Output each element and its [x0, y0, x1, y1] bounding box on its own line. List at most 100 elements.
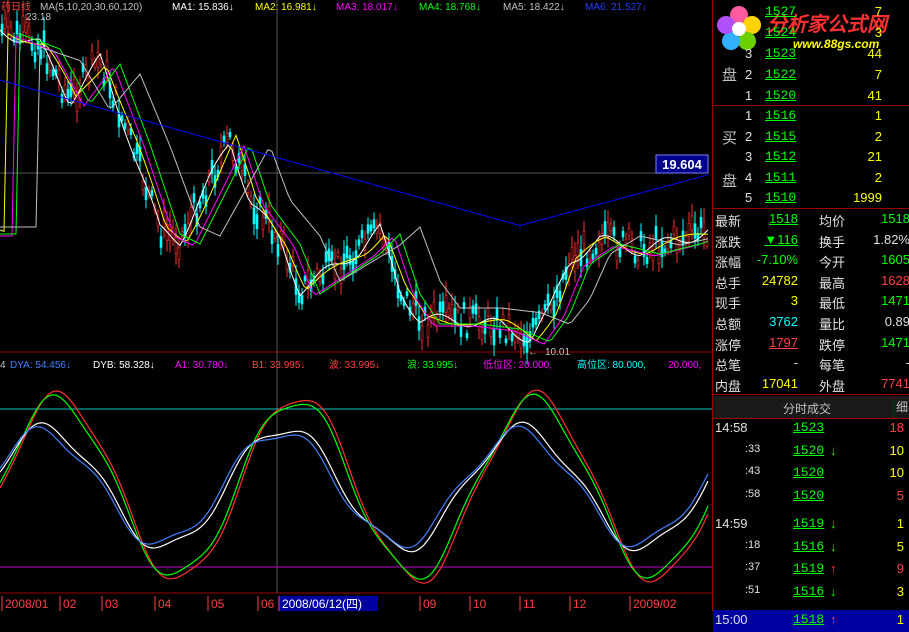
stat-label: 总笔	[715, 358, 742, 374]
dya-value: DYA: 54.456↓	[10, 360, 71, 371]
stat-value: 7741	[881, 375, 909, 391]
candle-body	[3, 18, 7, 29]
stat-value: 17041	[761, 375, 798, 391]
tick-time: 15:00	[715, 612, 748, 627]
candle-body	[372, 219, 376, 229]
sell-label: 盘	[722, 67, 738, 84]
ma6-line	[0, 79, 709, 227]
buy-row: 5 1510 1999	[713, 188, 909, 208]
candle-body	[657, 250, 661, 264]
ma6-value: MA6: 21.527↓	[585, 2, 647, 13]
stat-value: 1471	[881, 334, 909, 350]
tick-row: :33 1520 ↓ 10	[713, 441, 909, 461]
tick-row: :51 1516 ↓ 3	[713, 582, 909, 602]
tick-arrow: ↓	[830, 442, 837, 458]
candle-body	[636, 260, 640, 267]
tick-time: :43	[745, 465, 761, 477]
candle-body	[15, 20, 19, 35]
stat-row: 总笔 - 每笔 -	[713, 353, 909, 373]
candle-body	[222, 135, 226, 143]
candle-body	[594, 247, 598, 255]
stat-value: 1471	[881, 293, 909, 309]
tab-detail[interactable]: 细	[893, 396, 909, 418]
stat-value: 1.82%	[873, 231, 909, 247]
candle-body	[405, 291, 409, 297]
candle-body	[228, 132, 232, 138]
indicator-line-3	[0, 421, 709, 553]
candle-body	[627, 228, 631, 236]
stat-value: -	[906, 355, 909, 370]
buy-row: 4 1511 2	[713, 168, 909, 188]
stat-label: 最新	[715, 214, 742, 229]
candle-body	[123, 123, 127, 129]
buy-volume: 1	[874, 108, 882, 123]
candle-body	[141, 181, 145, 191]
tick-volume: 5	[896, 487, 904, 503]
tick-time: :58	[745, 487, 761, 500]
candle-body	[501, 313, 505, 323]
buy-row: 2 1515 2	[713, 127, 909, 147]
candle-body	[444, 295, 448, 313]
candle-body	[630, 238, 634, 248]
candle-body	[360, 230, 364, 239]
sell-volume: 44	[867, 46, 882, 61]
candle-body	[144, 187, 148, 201]
sell-volume: 7	[874, 67, 882, 82]
candle-body	[0, 23, 4, 36]
candle-body	[303, 275, 307, 282]
candle-body	[588, 250, 592, 259]
tick-row: 14:59 1519 ↓ 1	[713, 514, 909, 534]
stat-label: 量比	[819, 317, 846, 332]
stat-row: 总额 3762 量比 0.89	[713, 312, 909, 332]
candle-body	[609, 223, 613, 232]
tick-row: :58 1520 5	[713, 486, 909, 506]
candle-body	[135, 143, 139, 154]
candle-body	[366, 224, 370, 234]
stat-label: 涨停	[715, 337, 742, 353]
candle-body	[270, 230, 274, 244]
stat-label: 现手	[715, 296, 742, 312]
candle-body	[534, 317, 538, 325]
bo-value: 波: 33.995↓	[329, 358, 380, 371]
candle-body	[33, 51, 37, 63]
tick-volume: 1	[896, 516, 904, 531]
tick-price: 1520	[793, 442, 825, 458]
candle-body	[177, 246, 181, 260]
buy-price: 1516	[765, 108, 797, 123]
tick-time: 14:58	[715, 420, 748, 435]
date-label: 11	[523, 597, 536, 611]
candle-body	[9, 26, 13, 36]
indicator-line-2	[0, 393, 709, 580]
candle-body	[357, 239, 361, 246]
sell-volume: 7	[874, 4, 882, 19]
tick-time: :51	[745, 583, 761, 596]
candle-body	[618, 247, 622, 257]
buy-row: 3 1512 21	[713, 147, 909, 167]
candle-body	[330, 251, 334, 261]
stat-label: 今开	[819, 255, 846, 271]
candle-body	[60, 93, 64, 103]
sell-level: 3	[745, 46, 753, 61]
candle-body	[465, 333, 469, 339]
stat-label: 最高	[819, 275, 846, 291]
stat-value: -7.10%	[756, 252, 798, 268]
sell-level: 2	[745, 67, 753, 82]
candle-body	[612, 227, 616, 236]
candle-body	[441, 301, 445, 313]
stat-value: 1518	[881, 211, 909, 226]
indicator-prefix: 4	[0, 360, 6, 371]
date-label: 2008/01	[5, 597, 49, 611]
candle-body	[690, 215, 694, 231]
tick-volume: 10	[889, 442, 904, 458]
date-label: 04	[158, 597, 172, 611]
tick-arrow: ↓	[830, 516, 837, 531]
stat-value: 1605	[881, 252, 909, 268]
low-mark: 10.01	[545, 347, 570, 358]
tick-price: 1519	[793, 516, 825, 531]
tick-row: :37 1519 ↑ 9	[713, 559, 909, 579]
buy-volume: 2	[874, 169, 882, 185]
sell-volume: 3	[874, 25, 882, 40]
chart-area[interactable]: 药日线 MA(5,10,20,30,60,120) MA1: 15.836↓ M…	[0, 0, 712, 611]
moving-average-lines	[0, 29, 709, 345]
candle-body	[324, 251, 328, 263]
